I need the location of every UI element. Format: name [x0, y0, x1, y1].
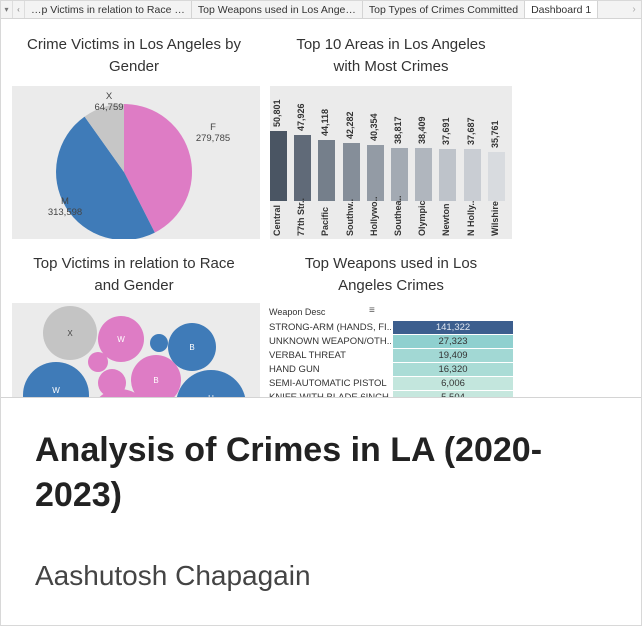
- weapons-table-row[interactable]: STRONG-ARM (HANDS, FI.. 141,322: [269, 321, 513, 335]
- weapon-count: 6,006: [393, 377, 513, 390]
- weapons-table-row[interactable]: UNKNOWN WEAPON/OTH.. 27,323: [269, 335, 513, 349]
- pie-label-f: F 279,785: [188, 122, 238, 144]
- weapon-desc: STRONG-ARM (HANDS, FI..: [269, 322, 391, 333]
- area-bar[interactable]: [294, 135, 312, 201]
- pie-label-x-name: X: [105, 91, 113, 102]
- area-bar-value: 47,926: [296, 103, 307, 131]
- bubble-h-male[interactable]: H: [176, 370, 246, 397]
- area-bar-category: 77th Str..: [296, 197, 307, 236]
- weapons-header-label: Weapon Desc: [269, 307, 326, 317]
- weapons-title-line2: Angeles Crimes: [338, 277, 444, 294]
- bubble-small-male[interactable]: [150, 334, 168, 352]
- pie-label-x-value: 64,759: [94, 102, 124, 113]
- area-bar-value: 38,817: [393, 116, 403, 144]
- tab-dropdown-icon[interactable]: ▾: [1, 1, 13, 18]
- bubble-w-female-label: W: [117, 334, 125, 344]
- area-bar-category: Southw..: [344, 198, 355, 236]
- weapons-table-row[interactable]: VERBAL THREAT 19,409: [269, 349, 513, 363]
- area-bar[interactable]: [342, 143, 360, 201]
- weapon-desc: UNKNOWN WEAPON/OTH..: [269, 336, 391, 347]
- tab-prev-icon[interactable]: ‹: [13, 1, 25, 18]
- bubble-x-label: X: [67, 328, 73, 338]
- weapon-count: 19,409: [393, 349, 513, 362]
- weapon-count: 141,322: [393, 321, 513, 334]
- sheet-tab-strip: ▾ ‹ …p Victims in relation to Race … Top…: [1, 1, 641, 19]
- area-bar-value: 35,761: [489, 120, 500, 148]
- weapon-count: 16,320: [393, 363, 513, 376]
- weapons-title-line1: Top Weapons used in Los: [304, 255, 478, 272]
- tab-race-gender[interactable]: …p Victims in relation to Race …: [25, 1, 192, 18]
- race-bubble-panel[interactable]: X W B B W H: [12, 303, 260, 397]
- area-bar[interactable]: [270, 131, 287, 201]
- area-bar-value: 37,687: [465, 117, 476, 145]
- pie-label-f-name: F: [210, 122, 216, 133]
- bubble-small-female-1[interactable]: [88, 352, 108, 372]
- bubble-w-male-label: W: [52, 385, 60, 395]
- area-bar-value: 40,354: [368, 113, 379, 141]
- areas-panel-title: Top 10 Areas in Los Angeles with Most Cr…: [263, 34, 519, 78]
- bubble-b-female-label: B: [153, 375, 159, 385]
- area-bar[interactable]: [391, 148, 408, 201]
- weapon-desc: SEMI-AUTOMATIC PISTOL: [269, 378, 387, 389]
- bubble-w-male[interactable]: W: [23, 362, 89, 397]
- area-bar-category: Hollywo..: [368, 196, 379, 236]
- area-bar-category: Central: [272, 204, 282, 236]
- weapon-desc: HAND GUN: [269, 364, 320, 375]
- bubble-b-male-label: B: [189, 342, 195, 352]
- area-bar[interactable]: [366, 145, 384, 201]
- areas-bar-panel[interactable]: 50,801 Central 47,926 77th Str.. 44,118 Pacif…: [270, 86, 512, 239]
- area-bar-value: 37,691: [441, 117, 452, 145]
- viz-title[interactable]: Analysis of Crimes in LA (2020-2023): [35, 428, 605, 518]
- area-bar-value: 38,409: [417, 116, 428, 144]
- bubble-b-female[interactable]: B: [131, 355, 181, 397]
- pie-label-m-name: M: [61, 196, 69, 207]
- weapons-column-header[interactable]: Weapon Desc: [269, 307, 325, 317]
- area-bar-category: N Holly..: [465, 200, 476, 236]
- pie-label-x: X 64,759: [84, 91, 134, 113]
- area-bar[interactable]: [487, 152, 505, 201]
- area-bar-category: Southea..: [393, 195, 403, 236]
- area-bar-value: 50,801: [272, 99, 282, 127]
- area-bar-category: Newton: [441, 203, 452, 237]
- tab-crime-types[interactable]: Top Types of Crimes Committed: [363, 1, 526, 18]
- race-panel-title: Top Victims in relation to Race and Gend…: [7, 253, 261, 297]
- weapons-table-row[interactable]: HAND GUN 16,320: [269, 363, 513, 377]
- pie-label-m: M 313,598: [40, 196, 90, 218]
- pie-label-f-value: 279,785: [195, 133, 231, 144]
- gender-pie-panel[interactable]: X 64,759 F 279,785 M 313,598: [12, 86, 260, 239]
- weapons-table-row[interactable]: SEMI-AUTOMATIC PISTOL 6,006: [269, 377, 513, 391]
- area-bar[interactable]: [439, 149, 457, 201]
- area-bar[interactable]: [318, 140, 336, 201]
- gender-title-line1: Crime Victims in Los Angeles by: [27, 36, 241, 53]
- tab-dashboard-1[interactable]: Dashboard 1: [525, 1, 599, 18]
- viz-author[interactable]: Aashutosh Chapagain: [35, 560, 311, 592]
- dashboard-area: Crime Victims in Los Angeles by Gender X…: [1, 19, 641, 397]
- area-bar-category: Wilshire: [489, 201, 500, 236]
- bubble-x[interactable]: X: [43, 306, 97, 360]
- race-title-line1: Top Victims in relation to Race: [33, 255, 235, 272]
- viz-card[interactable]: ▾ ‹ …p Victims in relation to Race … Top…: [0, 0, 642, 626]
- area-bar-value: 44,118: [320, 108, 331, 136]
- area-bar-category: Olympic: [417, 200, 428, 236]
- areas-title-line1: Top 10 Areas in Los Angeles: [296, 36, 486, 53]
- area-bar[interactable]: [463, 149, 481, 201]
- tab-next-icon[interactable]: ›: [627, 1, 641, 18]
- gender-title-line2: Gender: [108, 58, 160, 75]
- weapon-desc: VERBAL THREAT: [269, 350, 346, 361]
- area-bar-category: Pacific: [320, 206, 331, 236]
- sort-icon[interactable]: ≡: [369, 305, 375, 316]
- pie-label-m-value: 313,598: [47, 207, 83, 218]
- gender-panel-title: Crime Victims in Los Angeles by Gender: [7, 34, 261, 78]
- weapon-count: 27,323: [393, 335, 513, 348]
- areas-title-line2: with Most Crimes: [333, 58, 449, 75]
- race-title-line2: and Gender: [94, 277, 174, 294]
- weapons-panel-title: Top Weapons used in Los Angeles Crimes: [263, 253, 519, 297]
- viz-info: Analysis of Crimes in LA (2020-2023) Aas…: [1, 397, 641, 625]
- area-bar-value: 42,282: [344, 111, 355, 139]
- tab-weapons[interactable]: Top Weapons used in Los Ange…: [192, 1, 363, 18]
- area-bar[interactable]: [415, 148, 433, 201]
